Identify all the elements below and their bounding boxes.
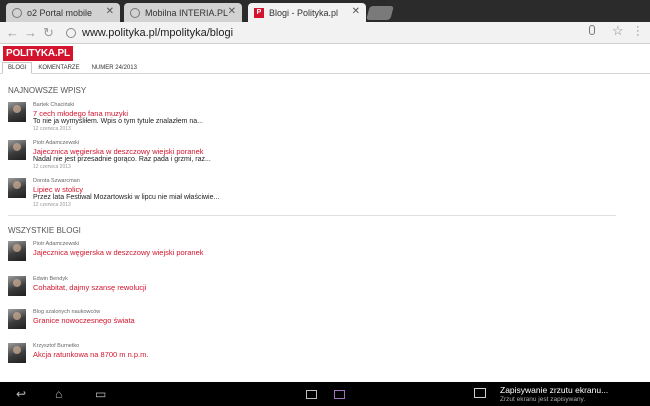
tab-polityka-blogi[interactable]: P Blogi - Polityka.pl ✕ [248,3,366,22]
avatar [8,140,26,160]
address-bar[interactable]: www.polityka.pl/mpolityka/blogi [62,24,634,42]
avatar [8,343,26,363]
microphone-icon[interactable] [589,25,595,35]
app-icon[interactable] [334,390,345,399]
tab-label: o2 Portal mobile [27,7,93,18]
menu-icon[interactable]: · · · [636,22,640,41]
section-title-latest: NAJNOWSZE WPISY [8,86,87,95]
entry-title-link[interactable]: Jajecznica węgierska w deszczowy wiejski… [33,248,204,257]
avatar [8,178,26,198]
globe-icon [12,7,22,18]
home-icon[interactable]: ⌂ [55,387,62,401]
tab-interia[interactable]: Mobilna INTERIA.PL ✕ [124,3,242,22]
recent-apps-icon[interactable]: ▭ [95,387,106,401]
entry-date: 12 czerwca 2013 [33,202,71,208]
avatar [8,276,26,296]
entry-title-link[interactable]: Jajecznica węgierska w deszczowy wiejski… [33,147,204,156]
latest-entry[interactable]: Bartek Chaciński 7 cech młodego fana muz… [8,102,608,136]
polityka-favicon: P [254,7,264,18]
site-nav: BLOGI KOMENTARZE NUMER 24/2013 [2,62,143,74]
back-icon[interactable]: ↩ [16,387,26,401]
avatar [8,241,26,261]
blog-entry[interactable]: Blog szalonych naukowców Granice nowocze… [8,309,608,343]
tab-label: Blogi - Polityka.pl [269,7,339,18]
entry-excerpt: To nie ja wymyśliłem. Wpis o tym tytule … [33,118,203,125]
new-tab-button[interactable] [366,6,394,20]
notification-subtitle: Zrzut ekranu jest zapisywany. [500,396,586,403]
blog-entry[interactable]: Edwin Bendyk Cohabitat, dajmy szansę rew… [8,276,608,310]
entry-author: Dorota Szwarcman [33,178,80,184]
entry-title-link[interactable]: Akcja ratunkowa na 8700 m n.p.m. [33,350,148,359]
entry-author: Piotr Adamczewski [33,140,80,146]
entry-author: Blog szalonych naukowców [33,309,101,315]
section-title-all-blogs: WSZYSTKIE BLOGI [8,226,81,235]
avatar [8,309,26,329]
nav-numer[interactable]: NUMER 24/2013 [86,62,143,74]
nav-blogi[interactable]: BLOGI [2,62,33,74]
nav-komentarze[interactable]: KOMENTARZE [32,62,85,74]
site-header: POLITYKA.PL BLOGI KOMENTARZE NUMER 24/20… [0,44,650,74]
reload-icon[interactable]: ↻ [43,24,54,42]
entry-title-link[interactable]: 7 cech młodego fana muzyki [33,109,128,118]
entry-author: Krzysztof Burnetko [33,343,80,349]
screenshot-notification[interactable]: Zapisywanie zrzutu ekranu... Zrzut ekran… [466,382,650,406]
entry-date: 12 czerwca 2013 [33,164,71,170]
blog-entry[interactable]: Piotr Adamczewski Jajecznica węgierska w… [8,241,608,275]
latest-entry[interactable]: Piotr Adamczewski Jajecznica węgierska w… [8,140,608,174]
browser-toolbar: ← → ↻ www.polityka.pl/mpolityka/blogi ☆ … [0,22,650,44]
star-icon[interactable]: ☆ [612,23,624,39]
entry-author: Piotr Adamczewski [33,241,80,247]
section-divider [8,215,616,216]
notification-title: Zapisywanie zrzutu ekranu... [500,385,609,395]
blog-entry[interactable]: Krzysztof Burnetko Akcja ratunkowa na 87… [8,343,608,377]
entry-excerpt: Przez lata Festiwal Mozartowski w lipcu … [33,194,220,201]
entry-title-link[interactable]: Cohabitat, dajmy szansę rewolucji [33,283,146,292]
close-icon[interactable]: ✕ [106,6,114,17]
tab-strip: o2 Portal mobile ✕ Mobilna INTERIA.PL ✕ … [0,0,650,22]
entry-author: Edwin Bendyk [33,276,68,282]
forward-arrow-icon[interactable]: → [24,24,37,42]
screenshot-icon[interactable] [306,390,317,399]
entry-excerpt: Nadal nie jest przesadnie gorąco. Raz pa… [33,156,211,163]
polityka-logo[interactable]: POLITYKA.PL [3,46,73,61]
close-icon[interactable]: ✕ [352,6,360,17]
entry-author: Bartek Chaciński [33,102,75,108]
tab-label: Mobilna INTERIA.PL [145,7,229,18]
close-icon[interactable]: ✕ [228,6,236,17]
entry-title-link[interactable]: Granice nowoczesnego świata [33,316,135,325]
entry-title-link[interactable]: Lipiec w stolicy [33,185,83,194]
image-icon [474,388,486,398]
latest-entry[interactable]: Dorota Szwarcman Lipiec w stolicy Przez … [8,178,608,212]
entry-date: 12 czerwca 2013 [33,126,71,132]
globe-icon [66,28,76,38]
tab-o2-portal[interactable]: o2 Portal mobile ✕ [6,3,120,22]
avatar [8,102,26,122]
back-arrow-icon[interactable]: ← [6,24,19,42]
globe-icon [130,7,140,18]
url-text: www.polityka.pl/mpolityka/blogi [82,27,234,39]
